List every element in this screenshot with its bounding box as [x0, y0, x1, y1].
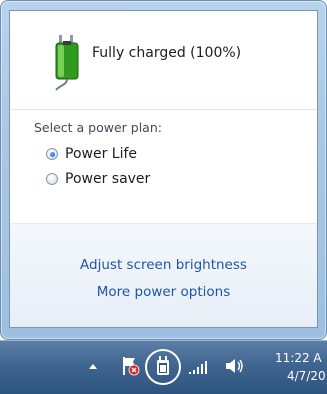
radio-button-selected[interactable] [46, 148, 58, 160]
adjust-brightness-link[interactable]: Adjust screen brightness [10, 257, 317, 273]
power-icon[interactable] [154, 356, 172, 376]
plan-option-power-saver[interactable]: Power saver [46, 171, 150, 187]
battery-status-section: Fully charged (100%) [10, 11, 317, 109]
power-flyout-frame: Fully charged (100%) Select a power plan… [0, 0, 327, 340]
network-signal-icon[interactable] [188, 359, 210, 375]
radio-button[interactable] [46, 173, 58, 185]
more-power-options-link[interactable]: More power options [10, 284, 317, 300]
action-center-flag-icon[interactable] [121, 355, 141, 377]
links-section: Adjust screen brightness More power opti… [10, 223, 317, 327]
plan-option-label: Power saver [65, 171, 151, 187]
show-hidden-icons-arrow[interactable] [88, 362, 98, 370]
clock-time[interactable]: 11:22 A [275, 351, 322, 365]
clock-date[interactable]: 4/7/20 [287, 369, 326, 383]
battery-status-text: Fully charged (100%) [92, 45, 242, 61]
plan-option-power-life[interactable]: Power Life [46, 146, 137, 162]
taskbar-notification-area: 11:22 A 4/7/20 [0, 340, 327, 394]
section-divider [10, 109, 317, 110]
volume-icon[interactable] [224, 357, 244, 375]
plan-option-label: Power Life [65, 146, 138, 162]
plan-heading: Select a power plan: [34, 120, 162, 135]
power-flyout: Fully charged (100%) Select a power plan… [9, 10, 318, 328]
battery-plugged-icon [55, 35, 79, 91]
